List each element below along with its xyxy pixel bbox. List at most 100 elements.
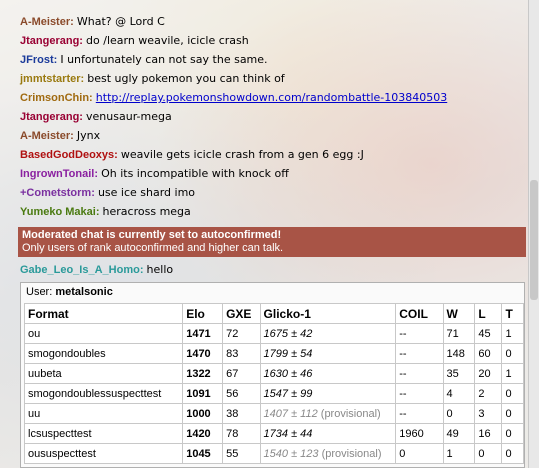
glicko-cell: 1799 ± 54 [259, 343, 397, 364]
chat-username[interactable]: Gabe_Leo_Is_A_Homo: [20, 264, 143, 276]
chat-username[interactable]: Jtangerang: [20, 35, 83, 47]
table-cell: 2 [474, 383, 503, 404]
chat-username[interactable]: Jtangerang: [20, 111, 83, 123]
glicko-value: 1734 ± 44 [263, 427, 313, 440]
table-cell: 0 [501, 343, 524, 364]
chat-username[interactable]: A-Meister: [20, 130, 74, 142]
provisional-tag: (provisional) [321, 447, 382, 460]
table-cell: 0 [442, 403, 476, 424]
column-header: T [501, 303, 524, 324]
table-cell: oususpecttest [23, 443, 184, 464]
table-cell: 72 [222, 323, 261, 344]
chat-message: weavile gets icicle crash from a gen 6 e… [120, 148, 364, 161]
table-cell: 56 [222, 383, 261, 404]
table-row: smogondoubles 1470 83 1799 ± 54 -- 148 60 0 [23, 343, 524, 364]
chat-line: Yumeko Makai: heracross mega [20, 205, 191, 218]
stats-user-line: User: metalsonic [26, 286, 113, 298]
chat-username[interactable]: jmmtstarter: [20, 73, 84, 85]
glicko-value: 1675 ± 42 [263, 327, 313, 340]
chat-username[interactable]: A-Meister: [20, 16, 74, 28]
chat-username[interactable]: CrimsonChin: [20, 92, 93, 104]
chat-line: jmmtstarter: best ugly pokemon you can t… [20, 72, 285, 85]
chat-username[interactable]: IngrownTonail: [20, 168, 98, 180]
chat-username[interactable]: BasedGodDeoxys: [20, 149, 118, 161]
table-cell: 0 [501, 443, 524, 464]
table-row: uubeta 1322 67 1630 ± 46 -- 35 20 1 [23, 363, 524, 384]
chat-message: Jynx [76, 129, 101, 142]
chat-line: JFrost: I unfortunately can not say the … [20, 53, 268, 66]
stats-username[interactable]: metalsonic [55, 286, 112, 298]
table-cell: smogondoubles [23, 343, 184, 364]
chat-scrollbar[interactable] [528, 0, 539, 468]
table-cell: lcsuspecttest [23, 423, 184, 444]
chat-line: Jtangerang: venusaur-mega [20, 110, 172, 123]
provisional-tag: (provisional) [320, 407, 381, 420]
table-row: ou 1471 72 1675 ± 42 -- 71 45 1 [23, 323, 524, 344]
glicko-value: 1630 ± 46 [263, 367, 313, 380]
chat-message: use ice shard imo [97, 186, 196, 199]
table-cell: 0 [474, 443, 503, 464]
table-cell: 1471 [182, 323, 224, 344]
table-row: smogondoublessuspecttest 1091 56 1547 ± 99 -… [23, 383, 524, 404]
chat-username[interactable]: Yumeko Makai: [20, 206, 99, 218]
chat-message: best ugly pokemon you can think of [87, 72, 285, 85]
table-cell: smogondoublessuspecttest [23, 383, 184, 404]
chat-username[interactable]: JFrost: [20, 54, 57, 66]
table-cell: 35 [442, 363, 476, 384]
stats-user-label: User: [26, 286, 53, 298]
chat-line: A-Meister: What? @ Lord C [20, 15, 165, 28]
table-cell: 1 [501, 323, 524, 344]
table-cell: -- [395, 363, 444, 384]
table-cell: 49 [442, 423, 476, 444]
table-cell: 0 [395, 443, 444, 464]
chat-message: Oh its incompatible with knock off [101, 167, 289, 180]
rank-table-header: Format Elo GXE Glicko-1 COIL W L T [23, 303, 524, 324]
table-cell: 1 [442, 443, 476, 464]
table-cell: 20 [474, 363, 503, 384]
glicko-value: 1540 ± 123 [263, 447, 319, 460]
glicko-cell: 1540 ± 123 (provisional) [259, 443, 397, 464]
table-row: oususpecttest 1045 55 1540 ± 123 (provision… [23, 443, 524, 464]
scrollbar-thumb[interactable] [530, 180, 538, 300]
table-cell: 148 [442, 343, 476, 364]
table-cell: 1091 [182, 383, 224, 404]
table-cell: -- [395, 343, 444, 364]
table-cell: 83 [222, 343, 261, 364]
chat-line: IngrownTonail: Oh its incompatible with … [20, 167, 289, 180]
glicko-value: 1547 ± 99 [263, 387, 313, 400]
column-header: Glicko-1 [259, 303, 397, 324]
glicko-cell: 1734 ± 44 [259, 423, 397, 444]
chat-message: venusaur-mega [86, 110, 172, 123]
moderated-chat-notice: Moderated chat is currently set to autoc… [18, 227, 526, 257]
glicko-cell: 1630 ± 46 [259, 363, 397, 384]
chat-message: hello [146, 263, 174, 276]
table-cell: 71 [442, 323, 476, 344]
glicko-cell: 1547 ± 99 [259, 383, 397, 404]
table-cell: 4 [442, 383, 476, 404]
chat-message: I unfortunately can not say the same. [60, 53, 268, 66]
chat-line: A-Meister: Jynx [20, 129, 100, 142]
glicko-cell: 1407 ± 112 (provisional) [259, 403, 397, 424]
chat-line: Jtangerang: do /learn weavile, icicle cr… [20, 34, 249, 47]
table-cell: 1 [501, 363, 524, 384]
glicko-value: 1407 ± 112 [263, 407, 318, 420]
glicko-cell: 1675 ± 42 [259, 323, 397, 344]
column-header: W [442, 303, 476, 324]
table-cell: 0 [501, 423, 524, 444]
table-cell: -- [395, 383, 444, 404]
table-cell: -- [395, 403, 444, 424]
moderated-subtitle: Only users of rank autoconfirmed and hig… [22, 242, 284, 254]
moderated-title: Moderated chat is currently set to autoc… [22, 229, 282, 241]
table-cell: 1045 [182, 443, 224, 464]
chat-link[interactable]: http://replay.pokemonshowdown.com/random… [96, 91, 447, 104]
chat-line: CrimsonChin: http://replay.pokemonshowdo… [20, 91, 447, 104]
column-header: Elo [182, 303, 224, 324]
table-cell: 45 [474, 323, 503, 344]
table-cell: 1960 [395, 423, 444, 444]
table-cell: 3 [474, 403, 503, 424]
chat-username[interactable]: +Cometstorm: [20, 187, 95, 199]
chat-line: Gabe_Leo_Is_A_Homo: hello [20, 263, 173, 276]
table-cell: 1470 [182, 343, 224, 364]
table-cell: 0 [501, 383, 524, 404]
table-cell: ou [23, 323, 184, 344]
